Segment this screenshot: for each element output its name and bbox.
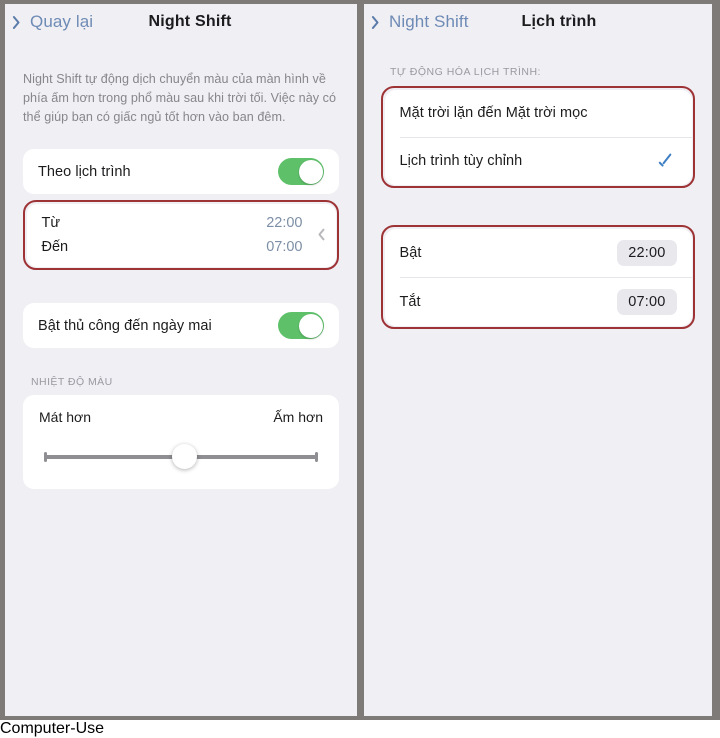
automation-group-header: TỰ ĐỘNG HÓA LỊCH TRÌNH: (390, 66, 541, 78)
cooler-label: Mát hơn (39, 409, 91, 425)
automation-card: Mặt trời lặn đến Mặt trời mọc Lịch trình… (384, 89, 692, 185)
row-time-range[interactable]: Từ Đến 22:00 07:00 (26, 203, 336, 267)
right-panel-body: TỰ ĐỘNG HÓA LỊCH TRÌNH: Mặt trời lặn đến… (364, 66, 712, 329)
panel-divider (357, 0, 364, 720)
row-tat[interactable]: Tắt 07:00 (385, 278, 692, 326)
from-label: Từ (41, 214, 61, 231)
slider-thumb[interactable] (172, 444, 198, 469)
left-navbar: Quay lại Night Shift (5, 4, 357, 40)
color-temperature-header: NHIỆT ĐỘ MÀU (31, 376, 113, 388)
on-label: Bật (399, 244, 422, 261)
manual-toggle[interactable] (278, 312, 324, 339)
toggle-knob (299, 159, 323, 184)
screenshot-root: Quay lại Night Shift Night Shift tự động… (0, 0, 720, 720)
left-panel-body: Night Shift tự động dịch chuyển màu của … (5, 70, 357, 489)
custom-times-annotation-box: Bật 22:00 Tắt 07:00 (381, 225, 695, 329)
off-label: Tắt (399, 293, 421, 310)
on-time-badge[interactable]: 22:00 (617, 239, 677, 266)
scheduled-card: Theo lịch trình (23, 149, 339, 194)
scheduled-label: Theo lịch trình (38, 163, 131, 180)
time-range-annotation-box: Từ Đến 22:00 07:00 (23, 200, 339, 270)
automation-annotation-box: Mặt trời lặn đến Mặt trời mọc Lịch trình… (381, 86, 695, 188)
manual-label: Bật thủ công đến ngày mai (38, 317, 212, 334)
back-button-night-shift[interactable]: Night Shift (374, 12, 469, 32)
toggle-knob (299, 313, 323, 338)
to-label: Đến (41, 238, 69, 255)
off-time-badge[interactable]: 07:00 (617, 288, 677, 315)
temperature-endpoint-labels: Mát hơn Ấm hơn (39, 409, 323, 425)
row-theo-lich-trinh[interactable]: Theo lịch trình (23, 149, 339, 194)
time-range-values: 22:00 07:00 (266, 213, 302, 258)
slider-cap-right (315, 452, 318, 462)
color-temperature-section: NHIỆT ĐỘ MÀU Mát hơn Ấm hơn (23, 376, 339, 489)
checkmark-icon (658, 153, 675, 170)
scheduled-toggle[interactable] (278, 158, 324, 185)
option-label: Mặt trời lặn đến Mặt trời mọc (399, 105, 588, 121)
color-temperature-slider[interactable] (39, 444, 323, 469)
option-custom-schedule[interactable]: Lịch trình tùy chỉnh (385, 138, 692, 185)
time-range-labels: Từ Đến (42, 213, 69, 258)
chevron-left-icon (15, 14, 25, 31)
custom-times-card: Bật 22:00 Tắt 07:00 (384, 228, 692, 326)
row-bat[interactable]: Bật 22:00 (385, 229, 692, 277)
to-value: 07:00 (266, 238, 303, 255)
chevron-left-icon (374, 14, 384, 31)
night-shift-panel: Quay lại Night Shift Night Shift tự động… (5, 4, 357, 716)
option-sunset-to-sunrise[interactable]: Mặt trời lặn đến Mặt trời mọc (385, 90, 692, 137)
row-bat-thu-cong[interactable]: Bật thủ công đến ngày mai (23, 303, 339, 348)
chevron-right-icon (316, 227, 325, 243)
manual-card: Bật thủ công đến ngày mai (23, 303, 339, 348)
back-button-quay-lai[interactable]: Quay lại (15, 12, 93, 32)
option-label: Lịch trình tùy chỉnh (399, 153, 523, 169)
schedule-panel: Night Shift Lịch trình TỰ ĐỘNG HÓA LỊCH … (364, 4, 712, 716)
from-value: 22:00 (266, 214, 303, 231)
warmer-label: Ấm hơn (273, 409, 323, 425)
back-button-label: Quay lại (30, 12, 94, 31)
slider-cap-left (44, 452, 47, 462)
right-navbar: Night Shift Lịch trình (364, 4, 712, 40)
night-shift-description: Night Shift tự động dịch chuyển màu của … (23, 72, 337, 124)
color-temperature-card: Mát hơn Ấm hơn (23, 395, 339, 489)
back-button-label: Night Shift (389, 12, 469, 31)
